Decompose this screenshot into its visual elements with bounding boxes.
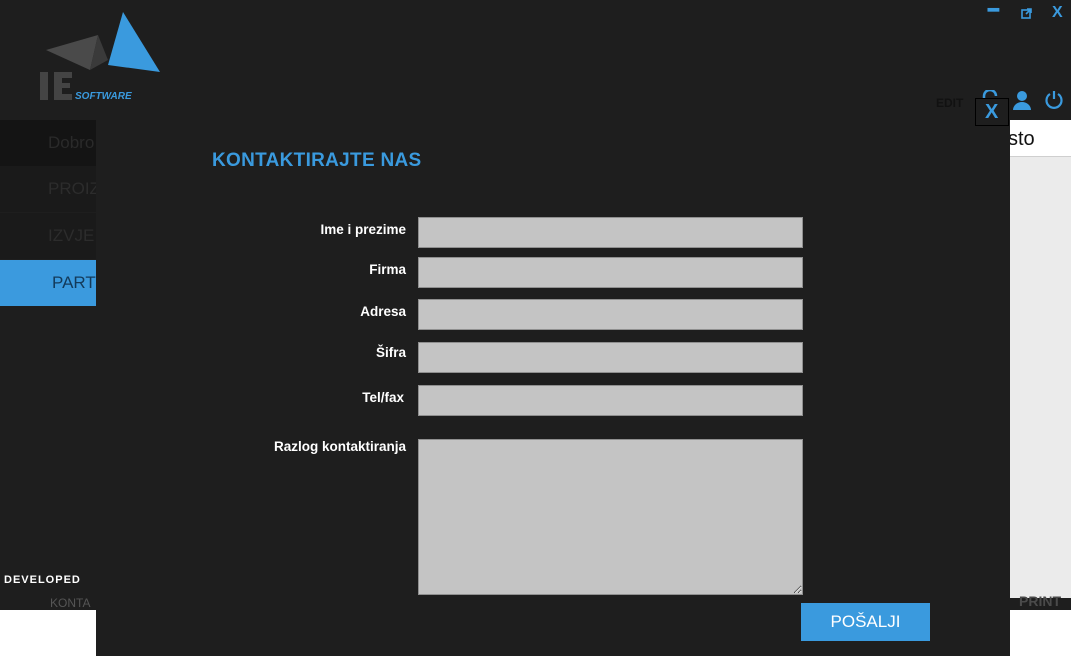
background-footer-right [1010, 610, 1071, 656]
kontakt-link[interactable]: KONTA [50, 596, 96, 610]
user-icon[interactable] [1012, 90, 1032, 115]
background-content-text: sto [1008, 128, 1035, 150]
name-field[interactable] [418, 217, 803, 248]
maximize-button[interactable] [1021, 6, 1032, 23]
background-footer-left [0, 610, 96, 656]
minimize-button[interactable]: ━ [988, 0, 999, 21]
phone-fax-label: Tel/fax [362, 390, 404, 405]
reason-textarea[interactable] [418, 439, 803, 595]
sidebar-item-label: PROIZ [48, 179, 96, 198]
developed-by-label: DEVELOPED [4, 574, 81, 586]
reason-label: Razlog kontaktiranja [273, 439, 406, 454]
sidebar-item-proizvodi[interactable]: PROIZ [0, 166, 96, 212]
name-label: Ime i prezime [320, 222, 406, 237]
company-label: Firma [369, 262, 406, 277]
close-icon: X [985, 101, 999, 123]
power-icon[interactable] [1044, 90, 1064, 115]
phone-fax-field[interactable] [418, 385, 803, 416]
address-field[interactable] [418, 299, 803, 330]
sidebar-item-label: PART [52, 273, 96, 292]
address-label: Adresa [360, 304, 406, 319]
print-button[interactable]: PRINT [1019, 593, 1061, 609]
background-content-panel [1010, 120, 1071, 598]
logo-text: SOFTWARE [75, 91, 132, 102]
sidebar-item-label: Dobro [48, 133, 95, 152]
dialog-close-button[interactable]: X [975, 98, 1009, 126]
header-edit-label: EDIT [936, 96, 964, 110]
maximize-icon [1021, 8, 1032, 19]
window-close-button[interactable]: X [1052, 4, 1063, 22]
sidebar-item-dobrodosli[interactable]: Dobro [0, 120, 96, 166]
send-button[interactable]: POŠALJI [801, 603, 930, 641]
code-field[interactable] [418, 342, 803, 373]
company-field[interactable] [418, 257, 803, 288]
sidebar-item-partneri[interactable]: PART [0, 260, 96, 306]
sidebar-item-label: IZVJE [48, 226, 95, 245]
code-label: Šifra [375, 345, 406, 360]
sidebar-item-izvjestaji[interactable]: IZVJE [0, 213, 96, 259]
dialog-title: KONTAKTIRAJTE NAS [212, 150, 422, 171]
app-logo: SOFTWARE [38, 10, 168, 105]
